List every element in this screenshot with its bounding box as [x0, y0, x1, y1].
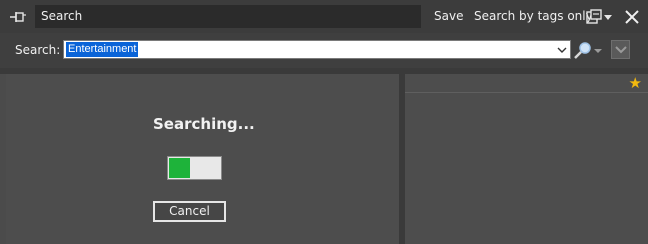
chevron-down-icon	[614, 45, 627, 53]
expand-options-button[interactable]	[611, 40, 630, 59]
search-input-value[interactable]: Entertainment	[66, 42, 139, 57]
chevron-down-icon	[594, 48, 602, 53]
preview-header: ★	[405, 74, 648, 93]
searching-status: Searching...	[153, 115, 255, 133]
magnifier-icon	[574, 41, 591, 59]
search-input[interactable]: Entertainment	[63, 40, 571, 59]
chevron-down-icon	[557, 47, 567, 53]
preview-pane: ★	[405, 74, 648, 244]
progress-fill	[169, 158, 190, 178]
close-icon	[625, 10, 639, 24]
search-history-dropdown[interactable]	[554, 41, 570, 58]
close-button[interactable]	[624, 9, 640, 25]
star-icon[interactable]: ★	[629, 75, 642, 91]
title-bar: Search Save Search by tags only	[0, 0, 648, 33]
search-button[interactable]	[573, 40, 605, 59]
save-button[interactable]: Save	[434, 5, 463, 28]
window-title: Search	[35, 5, 421, 28]
pin-icon	[10, 12, 26, 22]
search-by-tags-button[interactable]: Search by tags only	[474, 5, 593, 28]
search-progress-bar	[167, 156, 222, 180]
options-menu-button[interactable]	[586, 9, 618, 25]
search-label: Search:	[15, 43, 61, 57]
chevron-down-icon	[604, 15, 612, 20]
cancel-button[interactable]: Cancel	[153, 201, 226, 222]
options-icon	[586, 9, 602, 24]
pin-button[interactable]	[6, 7, 30, 27]
